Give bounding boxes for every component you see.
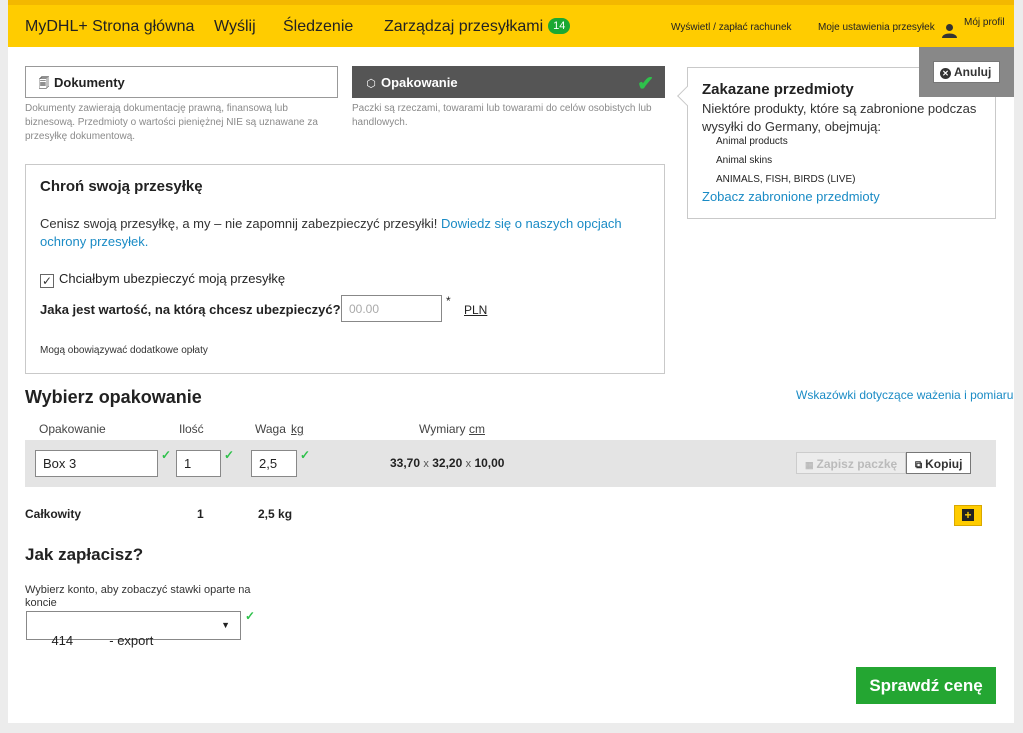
package-icon: ⬡ [366, 78, 376, 90]
nav-home-link[interactable]: MyDHL+ Strona główna [25, 18, 194, 36]
close-icon: ✕ [940, 68, 951, 79]
col-dimensions: Wymiary [419, 422, 466, 436]
documents-description: Dokumenty zawierają dokumentację prawną,… [25, 103, 318, 142]
forbidden-items-link[interactable]: Zobacz zabronione przedmioty [702, 189, 880, 204]
document-icon: 🗐 [38, 78, 50, 90]
protection-options-link-cont[interactable]: ochrony przesyłek. [40, 234, 148, 249]
dimension-width: 32,20 [432, 456, 463, 470]
panel-pointer [677, 86, 697, 106]
valid-check-icon: ✓ [300, 448, 311, 462]
packaging-title: Wybierz opakowanie [25, 387, 202, 407]
nav-manage-label: Zarządzaj przesyłkami [384, 18, 544, 35]
protection-section: Chroń swoją przesyłkę Cenisz swoją przes… [25, 164, 665, 374]
forbidden-text: Niektóre produkty, które są zabronione p… [702, 101, 977, 134]
tab-documents[interactable]: 🗐 Dokumenty [25, 66, 338, 98]
protection-text-body: Cenisz swoją przesyłkę, a my – nie zapom… [40, 216, 438, 231]
valid-check-icon: ✓ [245, 609, 256, 623]
forbidden-item: Animal products [716, 136, 788, 147]
copy-icon: ⧉ [915, 460, 923, 471]
main-content: 🗐 Dokumenty Dokumenty zawierają dokumenta… [8, 47, 1014, 723]
selected-check-icon: ✔ [637, 73, 654, 95]
dimensions-display: 33,70 x 32,20 x 10,00 [390, 456, 504, 470]
save-package-label: Zapisz paczkę [816, 457, 898, 471]
billing-link[interactable]: Wyświetl / zapłać rachunek [671, 22, 792, 33]
insurance-checkbox-row[interactable]: ✓ Chciałbym ubezpieczyć moją przesyłkę [40, 271, 285, 288]
payment-title: Jak zapłacisz? [25, 545, 144, 564]
total-quantity: 1 [197, 507, 204, 521]
valid-check-icon: ✓ [224, 448, 235, 462]
cancel-label: Anuluj [954, 65, 992, 79]
protection-options-link[interactable]: Dowiedz się o naszych opcjach [441, 216, 622, 231]
forbidden-title: Zakazane przedmioty [702, 81, 854, 98]
times-sign: x [465, 458, 472, 470]
tab-package[interactable]: ⬡ Opakowanie ✔ [352, 66, 665, 98]
insurance-checkbox[interactable]: ✓ [40, 274, 54, 288]
quantity-input[interactable]: 1 [176, 450, 221, 477]
protection-title: Chroń swoją przesyłkę [40, 178, 203, 195]
nav-track-link[interactable]: Śledzenie [283, 18, 353, 36]
col-quantity: Ilość [179, 422, 204, 436]
package-row: Box 3 ✓ 1 ✓ 2,5 ✓ 33,70 x 32,20 x 10,00 … [25, 440, 996, 487]
required-mark: * [446, 294, 451, 308]
fees-note: Mogą obowiązywać dodatkowe opłaty [40, 345, 208, 356]
dimension-length: 33,70 [390, 456, 421, 470]
insurance-value-placeholder: 00.00 [349, 302, 380, 316]
currency-link[interactable]: PLN [464, 303, 487, 317]
dimension-height: 10,00 [474, 456, 505, 470]
account-label: Wybierz konto, aby zobaczyć stawki opart… [25, 584, 251, 609]
profile-link[interactable]: Mój profil [942, 17, 1005, 38]
chevron-down-icon: ▼ [221, 620, 230, 630]
insurance-value-input[interactable]: 00.00 [341, 295, 442, 322]
forbidden-item: Animal skins [716, 155, 773, 166]
package-description: Paczki są rzeczami, towarami lub towaram… [352, 103, 652, 128]
save-package-button[interactable]: ▦ Zapisz paczkę [796, 452, 907, 474]
weight-input[interactable]: 2,5 [251, 450, 297, 477]
nav-manage-link[interactable]: Zarządzaj przesyłkami 14 [384, 18, 571, 36]
col-packaging: Opakowanie [39, 422, 106, 436]
add-package-button[interactable]: + [954, 505, 982, 526]
cancel-overlay: ✕ Anuluj [919, 47, 1014, 97]
dimension-unit-link[interactable]: cm [469, 422, 485, 436]
profile-label: Mój profil [964, 17, 1005, 28]
package-type-input[interactable]: Box 3 [35, 450, 158, 477]
times-sign: x [423, 458, 429, 470]
account-select-value: 414 - export [51, 633, 154, 648]
shipment-settings-link[interactable]: Moje ustawienia przesyłek [818, 22, 935, 33]
weighing-tips-link[interactable]: Wskazówki dotyczące ważenia i pomiaru [796, 388, 1013, 402]
cancel-button[interactable]: ✕ Anuluj [933, 61, 1000, 83]
check-price-button[interactable]: Sprawdź cenę [856, 667, 996, 704]
account-select[interactable]: 414 - export ▼ [26, 611, 241, 648]
tab-package-label: Opakowanie [381, 75, 458, 90]
copy-button[interactable]: ⧉ Kopiuj [906, 452, 972, 474]
total-weight: 2,5 kg [258, 507, 293, 521]
plus-icon: + [962, 509, 974, 521]
user-icon [942, 24, 957, 38]
nav-send-link[interactable]: Wyślij [214, 18, 256, 36]
copy-label: Kopiuj [925, 457, 963, 471]
insurance-checkbox-label: Chciałbym ubezpieczyć moją przesyłkę [59, 271, 286, 286]
save-icon: ▦ [805, 460, 814, 470]
valid-check-icon: ✓ [161, 448, 172, 462]
top-navigation-bar: MyDHL+ Strona główna Wyślij Śledzenie Za… [8, 0, 1014, 47]
tab-documents-label: Dokumenty [54, 75, 125, 90]
col-weight: Waga [255, 422, 286, 436]
weight-unit-link[interactable]: kg [291, 422, 304, 436]
forbidden-item: ANIMALS, FISH, BIRDS (LIVE) [716, 174, 856, 185]
insurance-value-question: Jaka jest wartość, na którą chcesz ubezp… [40, 302, 341, 317]
protection-text: Cenisz swoją przesyłkę, a my – nie zapom… [40, 215, 640, 251]
total-label: Całkowity [25, 507, 82, 521]
shipments-count-badge: 14 [548, 18, 571, 34]
